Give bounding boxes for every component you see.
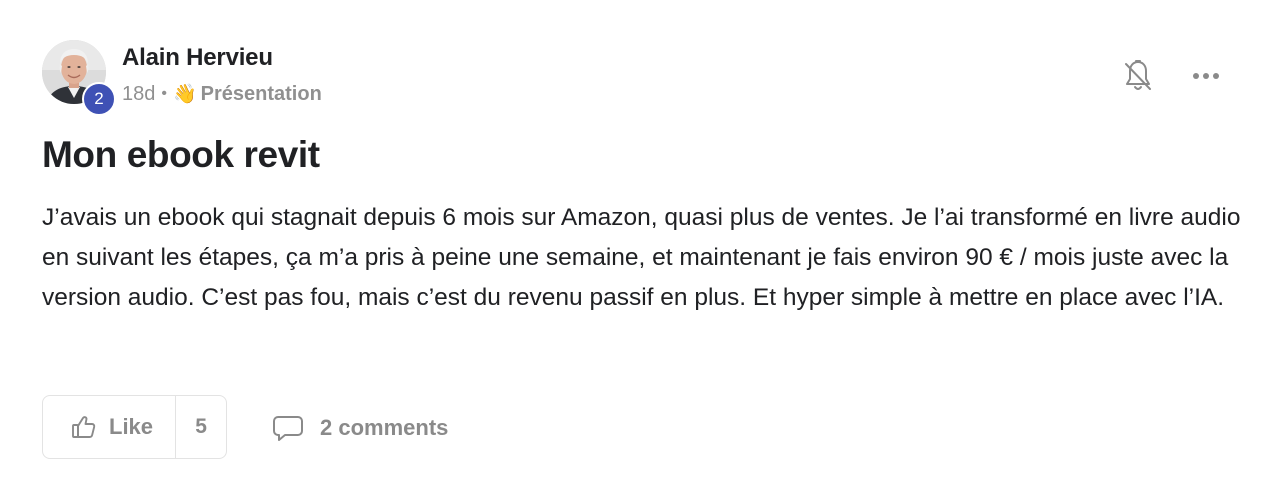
post-meta: 18d • 👋 Présentation [122,82,322,106]
like-button[interactable]: Like [43,396,177,458]
meta-separator: • [161,85,167,102]
category-emoji: 👋 [172,84,197,105]
notifications-toggle-button[interactable] [1122,58,1154,94]
post-body: J’avais un ebook qui stagnait depuis 6 m… [42,204,1241,311]
like-count[interactable]: 5 [176,396,226,458]
post-title: Mon ebook revit [42,134,320,175]
post-category[interactable]: Présentation [201,83,322,106]
bell-off-icon [1125,60,1151,90]
post-time[interactable]: 18d [122,83,155,106]
like-group: Like 5 [42,395,228,459]
level-badge: 2 [82,82,116,116]
author-avatar-wrapper[interactable]: 2 [42,40,116,116]
more-options-button[interactable] [1190,58,1222,94]
like-label: Like [109,414,154,439]
comment-icon [273,416,303,441]
comments-button[interactable]: 2 comments [272,410,448,446]
header-actions [1122,58,1222,94]
more-horizontal-icon [1193,73,1219,79]
thumbs-up-icon [72,416,96,438]
comments-label: 2 comments [320,415,449,440]
post-card: 2 Alain Hervieu 18d • 👋 Présentation Mon… [0,0,1280,478]
author-name[interactable]: Alain Hervieu [122,44,273,72]
